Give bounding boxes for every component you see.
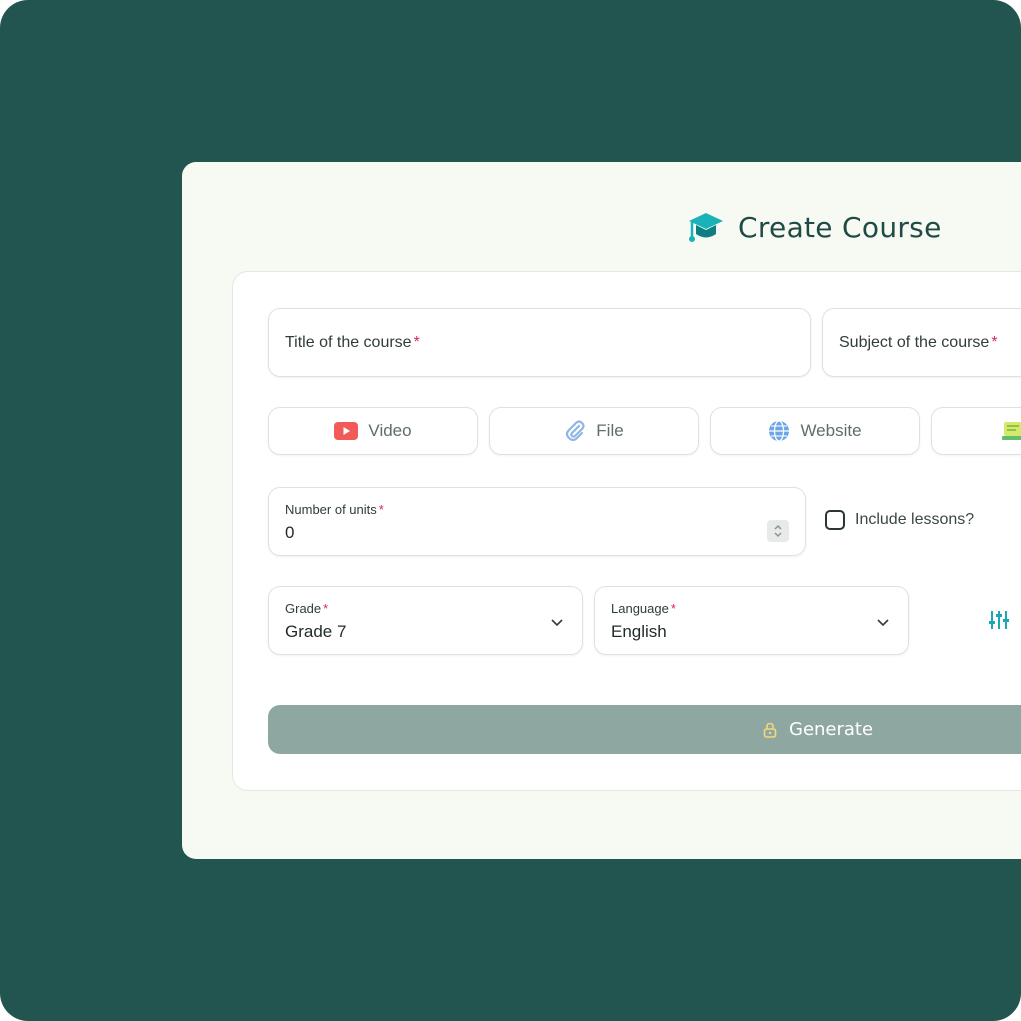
up-down-arrows-icon: [774, 524, 782, 538]
source-website-label: Website: [800, 421, 862, 440]
grade-label: Grade *: [285, 601, 329, 616]
units-label: Number of units *: [285, 502, 384, 517]
units-stepper[interactable]: [767, 520, 789, 542]
page-header: Create Course: [688, 210, 942, 244]
course-title-input[interactable]: Title of the course *: [268, 308, 811, 377]
include-lessons-toggle[interactable]: Include lessons?: [825, 510, 974, 530]
sliders-icon: [989, 611, 1009, 629]
globe-icon: [769, 420, 790, 442]
generate-label: Generate: [789, 719, 874, 740]
source-video-label: Video: [368, 421, 412, 440]
advanced-options-button[interactable]: [989, 609, 1009, 631]
course-subject-input[interactable]: Subject of the course *: [822, 308, 1021, 377]
generate-button[interactable]: Generate: [268, 705, 1021, 754]
youtube-icon: [334, 422, 359, 440]
include-lessons-checkbox[interactable]: [825, 510, 845, 530]
page-title: Create Course: [738, 210, 942, 244]
chevron-down-icon: [877, 619, 889, 627]
graduation-cap-icon: [689, 213, 723, 242]
grade-select[interactable]: Grade * Grade 7: [268, 586, 583, 655]
language-select[interactable]: Language * English: [594, 586, 909, 655]
number-of-units-input[interactable]: Number of units * 0: [268, 487, 806, 556]
language-value: English: [611, 622, 667, 641]
course-title-placeholder: Title of the course *: [285, 333, 420, 351]
course-subject-placeholder: Subject of the course *: [839, 333, 998, 351]
grade-value: Grade 7: [285, 622, 347, 641]
language-label: Language *: [611, 601, 676, 616]
chevron-down-icon: [551, 619, 563, 627]
app-background: Create Course Title of the course * Subje…: [0, 0, 1021, 1021]
lock-icon: [763, 722, 777, 738]
include-lessons-label: Include lessons?: [855, 511, 975, 528]
source-file-label: File: [596, 421, 624, 440]
source-file-button[interactable]: File: [489, 407, 699, 455]
create-course-panel: Create Course Title of the course * Subje…: [182, 162, 1021, 859]
course-form-card: Title of the course * Subject of the cour…: [232, 271, 1021, 791]
source-text-button[interactable]: [931, 407, 1021, 455]
source-video-button[interactable]: Video: [268, 407, 478, 455]
units-value: 0: [285, 523, 295, 542]
source-website-button[interactable]: Website: [710, 407, 920, 455]
paperclip-icon: [566, 420, 585, 442]
text-document-icon: [1002, 422, 1021, 440]
